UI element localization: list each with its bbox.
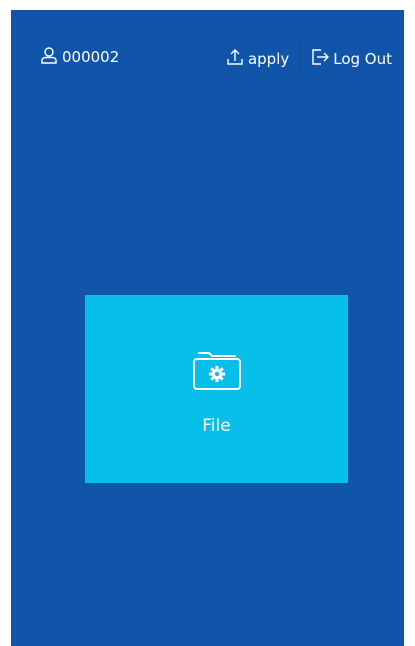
app-screen: 000002 apply Log Out File xyxy=(11,10,404,646)
top-bar: 000002 apply Log Out xyxy=(11,10,404,102)
file-tile[interactable]: File xyxy=(85,295,348,483)
user-id: 000002 xyxy=(62,48,120,66)
user-icon xyxy=(40,46,62,69)
logout-icon xyxy=(311,48,333,70)
folder-gear-icon xyxy=(191,347,243,395)
header-actions: apply Log Out xyxy=(226,43,392,75)
upload-icon xyxy=(226,48,248,70)
apply-label: apply xyxy=(247,50,290,68)
file-tile-label: File xyxy=(202,416,231,436)
header-divider xyxy=(300,43,302,75)
logout-button[interactable]: Log Out xyxy=(311,43,392,75)
apply-button[interactable]: apply xyxy=(226,43,289,75)
user-info: 000002 xyxy=(40,46,120,69)
logout-label: Log Out xyxy=(333,50,392,68)
